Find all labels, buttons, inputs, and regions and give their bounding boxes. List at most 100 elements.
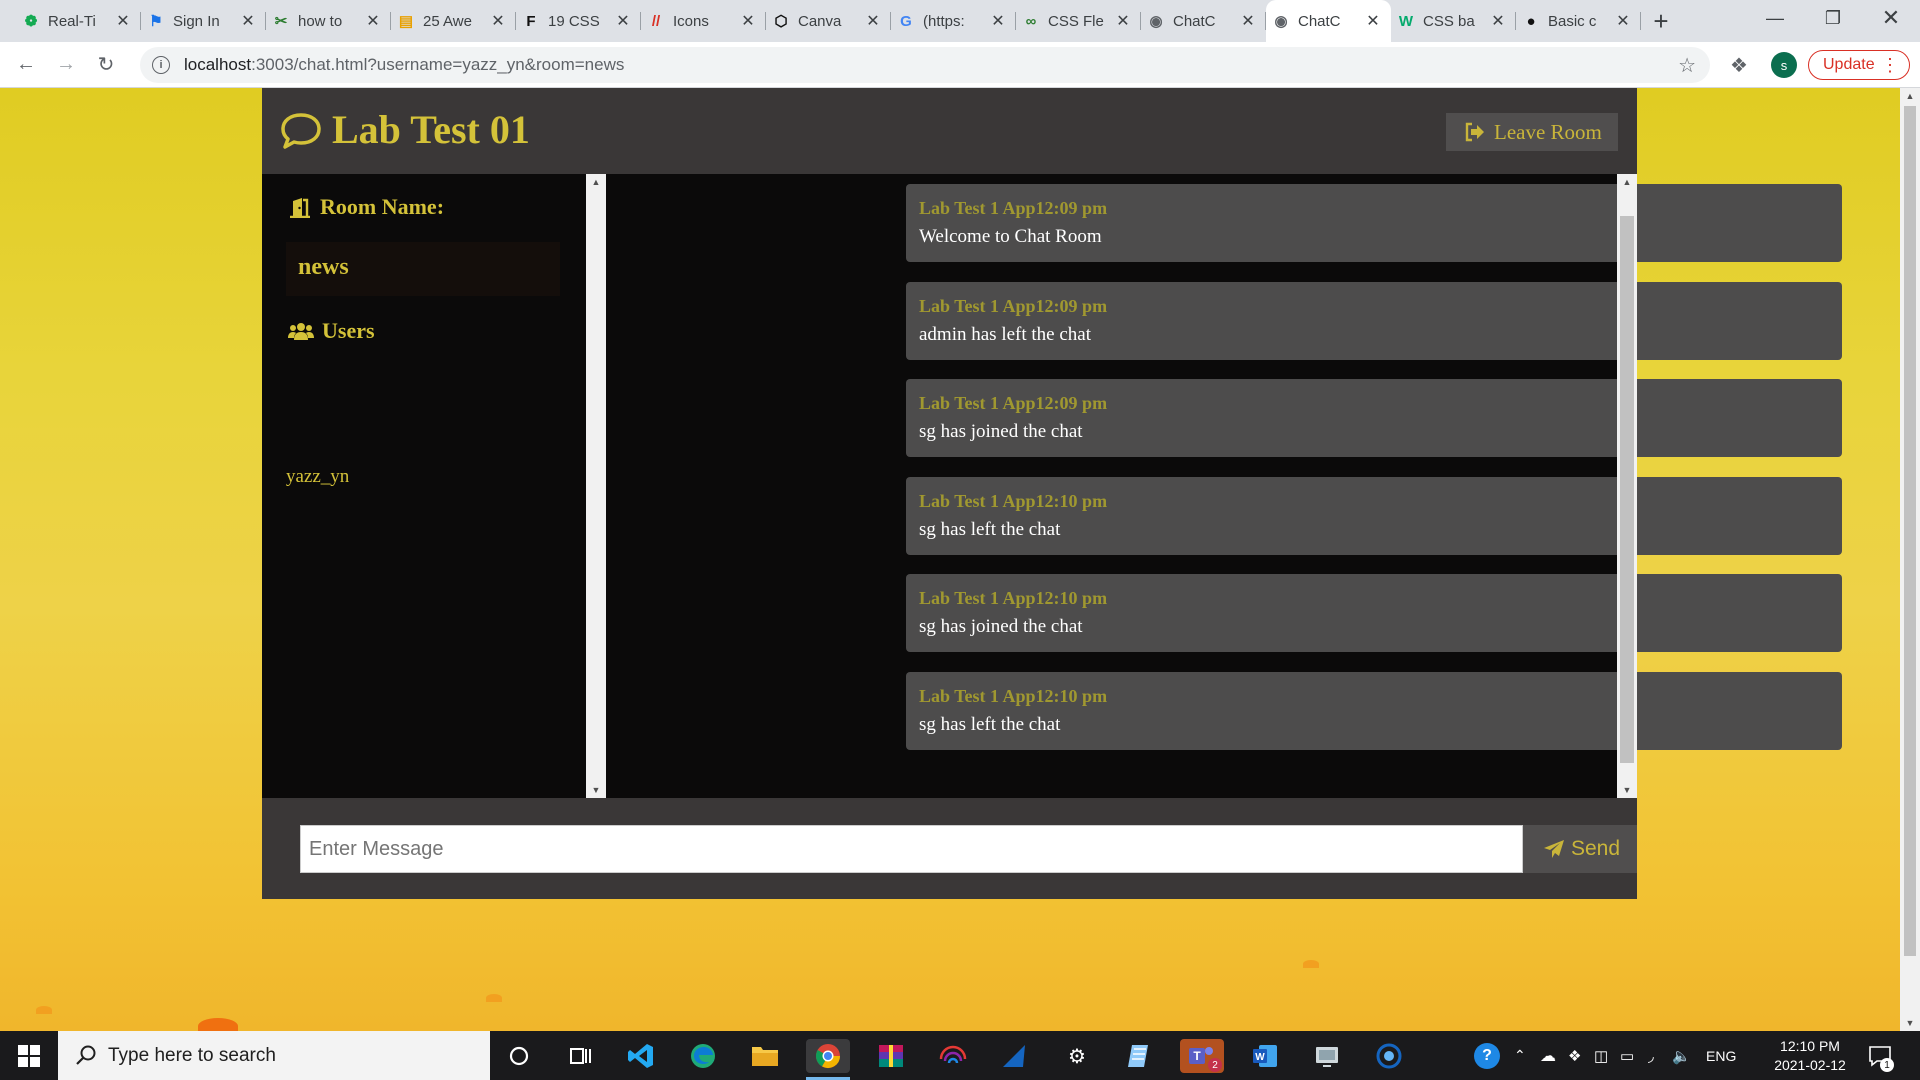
snipping-tool-icon[interactable] xyxy=(1310,1039,1344,1073)
send-button[interactable]: Send xyxy=(1523,825,1637,873)
tab-title: ChatC xyxy=(1298,12,1341,30)
messages-scrollbar[interactable]: ▲ ▼ xyxy=(1617,174,1637,798)
browser-tab[interactable]: G (https: ✕ xyxy=(891,0,1016,42)
vscode-icon[interactable] xyxy=(624,1039,658,1073)
tab-close-icon[interactable]: ✕ xyxy=(365,11,381,31)
browser-tab[interactable]: ◉ ChatC ✕ xyxy=(1266,0,1391,42)
browser-tab[interactable]: // Icons ✕ xyxy=(641,0,766,42)
tab-close-icon[interactable]: ✕ xyxy=(615,11,631,31)
scroll-thumb[interactable] xyxy=(1904,106,1916,956)
tab-close-icon[interactable]: ✕ xyxy=(1115,11,1131,31)
message-input[interactable] xyxy=(300,825,1523,873)
teams-icon[interactable]: T 2 xyxy=(1180,1039,1224,1073)
message-item: Lab Test 1 App12:10 pm sg has left the c… xyxy=(906,477,1842,555)
message-text: admin has left the chat xyxy=(919,324,1091,345)
door-icon xyxy=(290,198,310,218)
bookmark-star-icon[interactable]: ☆ xyxy=(1678,53,1696,78)
tab-close-icon[interactable]: ✕ xyxy=(240,11,256,31)
browser-tab[interactable]: ∞ CSS Fle ✕ xyxy=(1016,0,1141,42)
browser-tab[interactable]: W CSS ba ✕ xyxy=(1391,0,1516,42)
network-wave-icon[interactable] xyxy=(936,1039,970,1073)
extensions-puzzle-icon[interactable]: ❖ xyxy=(1730,53,1748,78)
onedrive-cloud-icon[interactable]: ☁ xyxy=(1540,1031,1556,1080)
browser-tab[interactable]: ◉ ChatC ✕ xyxy=(1141,0,1266,42)
chrome-icon[interactable] xyxy=(806,1039,850,1073)
tab-close-icon[interactable]: ✕ xyxy=(1240,11,1256,31)
scroll-down-arrow-icon[interactable]: ▼ xyxy=(586,782,606,798)
minimize-button[interactable]: — xyxy=(1746,0,1804,36)
leave-room-button[interactable]: Leave Room xyxy=(1446,113,1618,151)
task-view-icon[interactable] xyxy=(564,1039,598,1073)
show-hidden-icons-chevron-icon[interactable]: ⌃ xyxy=(1514,1031,1526,1080)
flag-icon: ⚑ xyxy=(149,13,163,30)
browser-tab[interactable]: ● Basic c ✕ xyxy=(1516,0,1641,42)
word-icon[interactable]: W xyxy=(1248,1039,1282,1073)
help-icon[interactable]: ? xyxy=(1474,1031,1500,1080)
browser-tab[interactable]: ⚑ Sign In ✕ xyxy=(141,0,266,42)
shark-app-icon[interactable] xyxy=(998,1039,1032,1073)
tab-close-icon[interactable]: ✕ xyxy=(1365,11,1381,31)
battery-icon[interactable]: ▭ xyxy=(1620,1031,1634,1080)
scroll-up-arrow-icon[interactable]: ▲ xyxy=(586,174,606,190)
circle-app-icon[interactable] xyxy=(1372,1039,1406,1073)
restore-button[interactable]: ❐ xyxy=(1804,0,1862,36)
edge-icon[interactable] xyxy=(686,1039,720,1073)
scroll-down-arrow-icon[interactable]: ▼ xyxy=(1617,782,1637,798)
notes-app-icon[interactable] xyxy=(1122,1039,1156,1073)
profile-avatar[interactable]: s xyxy=(1771,52,1797,78)
taskbar-search-placeholder: Type here to search xyxy=(108,1044,276,1066)
display-icon[interactable]: ◫ xyxy=(1594,1031,1608,1080)
sidebar-scrollbar[interactable]: ▲ ▼ xyxy=(586,174,606,798)
tab-close-icon[interactable]: ✕ xyxy=(865,11,881,31)
browser-tab[interactable]: ❁ Real-Ti ✕ xyxy=(16,0,141,42)
settings-gear-icon[interactable]: ⚙ xyxy=(1060,1039,1094,1073)
new-tab-button[interactable]: + xyxy=(1641,0,1681,42)
dropbox-icon[interactable]: ❖ xyxy=(1568,1031,1581,1080)
winrar-icon[interactable] xyxy=(874,1039,908,1073)
start-button[interactable] xyxy=(0,1031,58,1080)
codepen-icon: ⬡ xyxy=(774,13,788,30)
tab-close-icon[interactable]: ✕ xyxy=(115,11,131,31)
tab-title: Canva xyxy=(798,12,842,30)
tab-close-icon[interactable]: ✕ xyxy=(1490,11,1506,31)
tab-close-icon[interactable]: ✕ xyxy=(490,11,506,31)
notifications-icon[interactable]: 1 xyxy=(1868,1031,1894,1080)
scroll-down-arrow-icon[interactable]: ▼ xyxy=(1900,1015,1920,1031)
clock-date: 2021-02-12 xyxy=(1774,1057,1846,1073)
scroll-up-arrow-icon[interactable]: ▲ xyxy=(1900,88,1920,104)
page-scrollbar[interactable]: ▲ ▼ xyxy=(1900,88,1920,1031)
chat-main: Room Name: news Users yazz_yn ▲ ▼ Lab Te… xyxy=(262,174,1842,798)
scroll-thumb[interactable] xyxy=(1620,216,1634,763)
message-list: Lab Test 1 App12:09 pm Welcome to Chat R… xyxy=(606,174,1842,798)
url-field[interactable]: i localhost:3003/chat.html?username=yazz… xyxy=(140,47,1710,83)
forward-button[interactable]: → xyxy=(46,45,86,85)
site-info-icon[interactable]: i xyxy=(152,56,170,74)
reload-button[interactable]: ↻ xyxy=(86,45,126,85)
wifi-icon[interactable]: ◞ xyxy=(1648,1031,1654,1080)
cortana-icon[interactable] xyxy=(502,1039,536,1073)
message-item: Lab Test 1 App12:10 pm sg has joined the… xyxy=(906,574,1842,652)
volume-icon[interactable]: 🔈 xyxy=(1672,1031,1691,1080)
browser-tab[interactable]: ✂ how to ✕ xyxy=(266,0,391,42)
scroll-up-arrow-icon[interactable]: ▲ xyxy=(1617,174,1637,190)
scissors-icon: ✂ xyxy=(274,13,288,30)
taskbar-search[interactable]: Type here to search xyxy=(58,1031,490,1080)
update-button[interactable]: Update ⋮ xyxy=(1808,50,1910,80)
tab-title: 19 CSS xyxy=(548,12,600,30)
browser-tab[interactable]: F 19 CSS ✕ xyxy=(516,0,641,42)
taskbar-clock[interactable]: 12:10 PM 2021-02-12 xyxy=(1766,1037,1854,1075)
close-window-button[interactable]: ✕ xyxy=(1862,0,1920,36)
search-icon xyxy=(76,1045,96,1065)
tab-close-icon[interactable]: ✕ xyxy=(990,11,1006,31)
language-indicator[interactable]: ENG xyxy=(1706,1031,1736,1080)
browser-tab[interactable]: ▤ 25 Awe ✕ xyxy=(391,0,516,42)
back-button[interactable]: ← xyxy=(6,45,46,85)
room-name: news xyxy=(286,242,560,296)
tab-title: Sign In xyxy=(173,12,220,30)
tab-close-icon[interactable]: ✕ xyxy=(740,11,756,31)
windows-logo-icon xyxy=(18,1044,40,1067)
browser-tab[interactable]: ⬡ Canva ✕ xyxy=(766,0,891,42)
chat-app: Lab Test 01 Leave Room Room Name: news U… xyxy=(262,88,1842,899)
tab-close-icon[interactable]: ✕ xyxy=(1615,11,1631,31)
file-explorer-icon[interactable] xyxy=(748,1039,782,1073)
